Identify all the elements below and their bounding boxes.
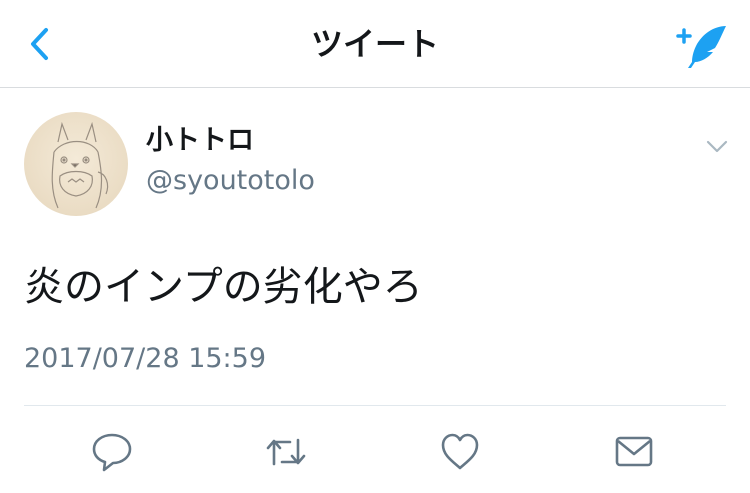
totoro-sketch-icon bbox=[51, 121, 109, 209]
heart-icon bbox=[441, 433, 479, 470]
share-dm-button[interactable] bbox=[612, 430, 656, 474]
reply-button[interactable] bbox=[90, 430, 134, 474]
chevron-down-icon bbox=[706, 140, 728, 153]
retweet-icon bbox=[266, 438, 306, 466]
reply-icon bbox=[92, 433, 132, 472]
tweet-action-bar bbox=[0, 430, 750, 474]
like-button[interactable] bbox=[438, 430, 482, 474]
mail-icon bbox=[615, 436, 653, 467]
navigation-bar: ツイート bbox=[0, 0, 750, 88]
retweet-button[interactable] bbox=[264, 430, 308, 474]
compose-feather-icon bbox=[676, 26, 726, 68]
author-handle[interactable]: @syoutotolo bbox=[146, 164, 315, 198]
tweet-text: 炎のインプの劣化やろ bbox=[24, 264, 423, 310]
tweet-options-button[interactable] bbox=[700, 132, 734, 160]
avatar[interactable] bbox=[24, 112, 128, 216]
author-display-name[interactable]: 小トトロ bbox=[146, 124, 254, 158]
page-title: ツイート bbox=[310, 25, 439, 63]
compose-tweet-button[interactable] bbox=[674, 22, 730, 72]
divider bbox=[24, 405, 726, 406]
tweet-timestamp: 2017/07/28 15:59 bbox=[24, 343, 267, 374]
